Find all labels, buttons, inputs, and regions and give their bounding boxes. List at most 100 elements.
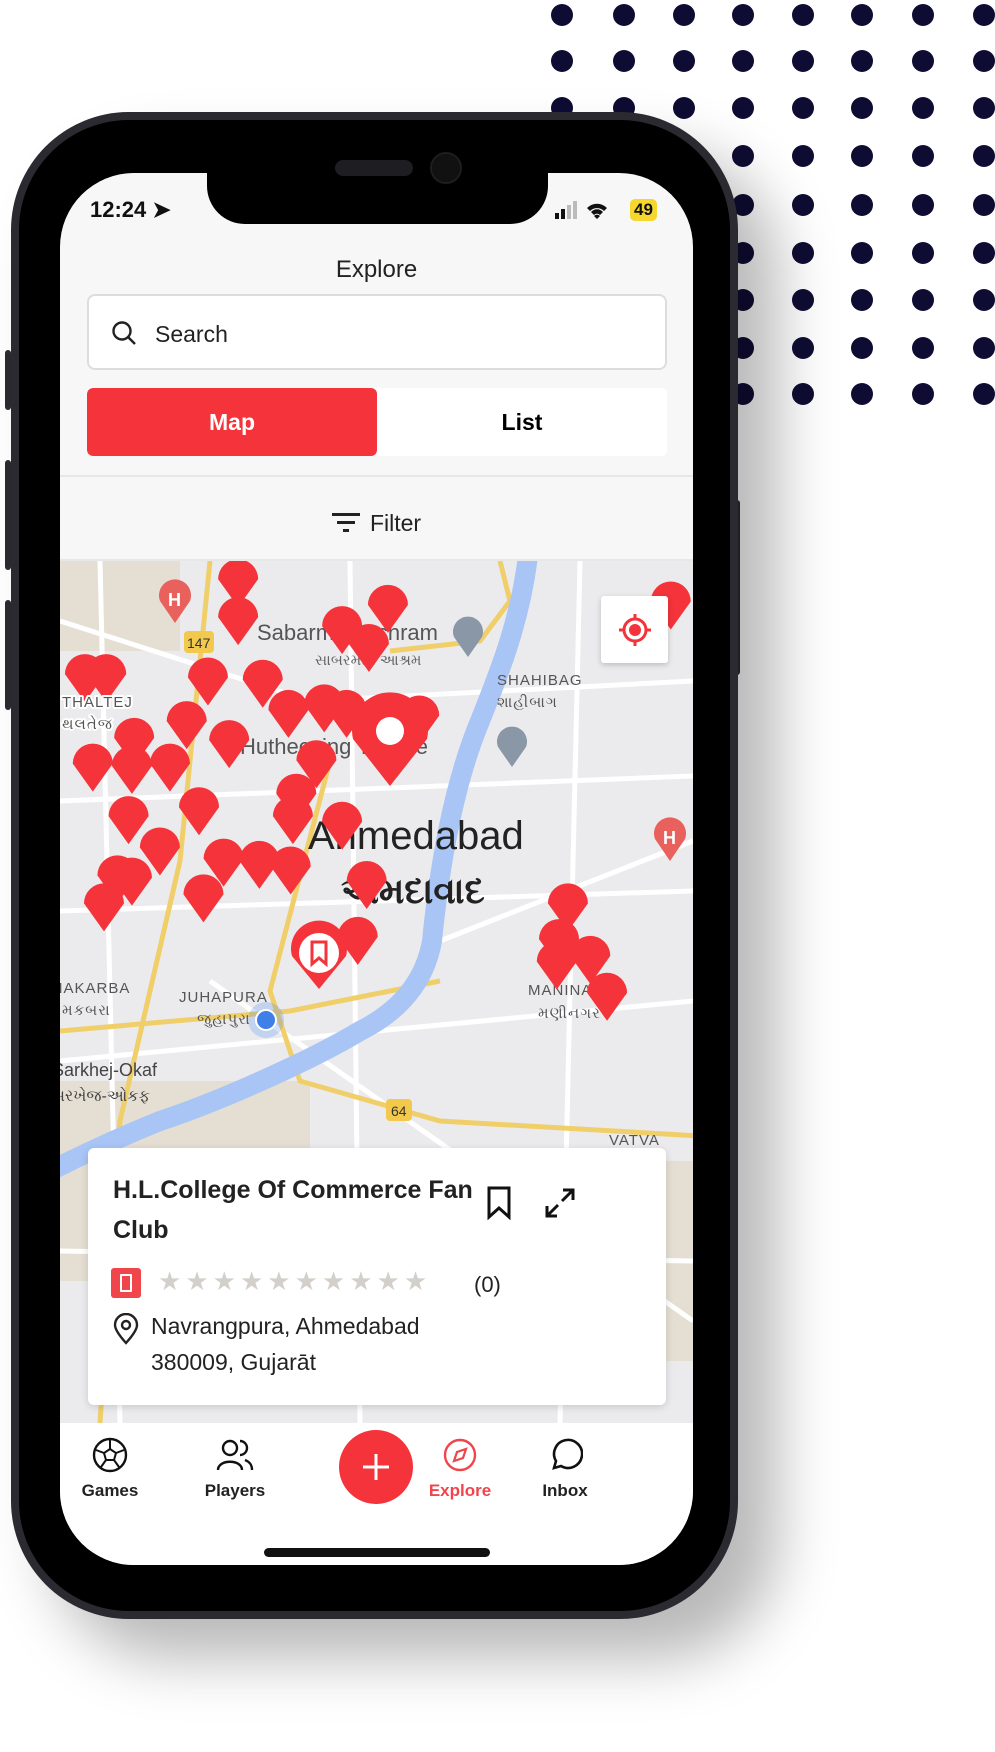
nav-games[interactable]: Games	[60, 1437, 165, 1501]
dot	[613, 50, 635, 72]
dot	[912, 242, 934, 264]
star-icon: ★	[239, 1266, 268, 1296]
venue-address: Navrangpura, Ahmedabad 380009, Gujarāt	[151, 1308, 420, 1380]
venue-pin[interactable]	[149, 743, 190, 792]
address-line-2: 380009, Gujarāt	[151, 1349, 316, 1375]
filter-button[interactable]: Filter	[60, 489, 693, 557]
dot	[851, 194, 873, 216]
dot	[792, 97, 814, 119]
dot	[851, 50, 873, 72]
nav-inbox[interactable]: Inbox	[510, 1437, 620, 1501]
battery-indicator: 49	[630, 199, 657, 221]
map-label-thaltej-gu: થલતેજ	[62, 715, 113, 733]
map-label-makarba: MAKARBA	[60, 980, 130, 997]
dot	[673, 50, 695, 72]
nav-players[interactable]: Players	[180, 1437, 290, 1501]
map-label-shahibag-gu: શાહીબાગ	[497, 694, 558, 711]
dot	[673, 97, 695, 119]
map-label-shahibag: SHAHIBAG	[497, 672, 583, 689]
location-arrow-icon: ➤	[152, 197, 171, 222]
dot	[851, 242, 873, 264]
dot	[851, 383, 873, 405]
map-label-thaltej: THALTEJ	[62, 694, 133, 711]
venue-pin[interactable]	[108, 796, 149, 845]
search-placeholder: Search	[155, 321, 228, 347]
review-count: (0)	[474, 1272, 501, 1297]
add-button[interactable]	[339, 1430, 413, 1504]
tab-map[interactable]: Map	[87, 388, 377, 456]
venue-pin[interactable]	[83, 883, 124, 932]
page-title: Explore	[335, 256, 418, 283]
users-icon	[216, 1439, 254, 1471]
cluster-pin[interactable]	[352, 692, 428, 786]
front-camera	[430, 152, 462, 184]
star-icon: ★	[212, 1266, 240, 1296]
tab-list[interactable]: List	[377, 388, 667, 456]
ashram-place-icon	[453, 616, 483, 657]
dot	[912, 4, 934, 26]
dot	[973, 145, 995, 167]
nav-label: Explore	[428, 1481, 492, 1500]
map-label-juhapura: JUHAPURA	[179, 989, 268, 1006]
dot	[973, 242, 995, 264]
road-label-147: 147	[187, 635, 211, 651]
nav-explore[interactable]: Explore	[405, 1437, 515, 1501]
map-label-sarkhej-gu: સરખેજ-ઓકફ	[60, 1086, 150, 1105]
dot	[973, 4, 995, 26]
dot	[851, 145, 873, 167]
app-screen: 12:24 ➤ 49 Explore Search Map List Filte…	[60, 173, 693, 1565]
star-icon: ★	[403, 1266, 432, 1296]
dot	[732, 50, 754, 72]
divider	[60, 475, 693, 477]
map-label-juhapura-gu: જુહાપુરા	[197, 1011, 251, 1028]
dot	[732, 4, 754, 26]
venue-card[interactable]: H.L.College Of Commerce Fan Club ★★★★★★★…	[88, 1148, 666, 1405]
star-icon: ★	[376, 1266, 404, 1296]
venue-pin[interactable]	[270, 846, 311, 895]
speaker	[335, 160, 413, 176]
star-icon: ★	[158, 1266, 186, 1296]
dot	[912, 383, 934, 405]
status-time: 12:24 ➤	[90, 197, 171, 222]
dot	[851, 4, 873, 26]
bottom-nav: Games Players Explore Inbox	[60, 1423, 693, 1565]
map-label-maninagar-gu: મણીનગર	[538, 1005, 601, 1022]
dot	[732, 145, 754, 167]
venue-pin[interactable]	[166, 701, 207, 750]
plus-icon	[363, 1454, 389, 1480]
bookmark-icon[interactable]	[486, 1186, 512, 1220]
nav-label: Players	[204, 1481, 266, 1500]
venue-pin[interactable]	[209, 720, 250, 769]
star-icon: ★	[349, 1266, 377, 1296]
dot	[551, 50, 573, 72]
dot	[851, 289, 873, 311]
venue-pin[interactable]	[111, 745, 152, 794]
selected-venue-pin[interactable]	[291, 920, 347, 989]
venue-pin[interactable]	[268, 689, 309, 738]
dot	[792, 4, 814, 26]
my-location-button[interactable]	[601, 596, 668, 663]
dot	[792, 145, 814, 167]
dot	[912, 97, 934, 119]
dot	[792, 50, 814, 72]
filter-icon	[331, 513, 360, 532]
dot	[973, 289, 995, 311]
dot	[792, 383, 814, 405]
compass-icon	[443, 1438, 477, 1472]
dot	[912, 50, 934, 72]
star-rating: ★★★★★★★★★★	[158, 1266, 431, 1297]
dot	[973, 50, 995, 72]
dot	[732, 97, 754, 119]
dot	[673, 4, 695, 26]
soccer-ball-icon	[92, 1437, 128, 1473]
venue-pin[interactable]	[183, 874, 224, 923]
view-toggle: Map List	[87, 388, 667, 456]
star-icon: ★	[321, 1266, 350, 1296]
expand-icon[interactable]	[543, 1186, 577, 1220]
star-icon: ★	[185, 1266, 213, 1296]
nav-label: Games	[81, 1481, 139, 1500]
dot	[792, 242, 814, 264]
venue-pin[interactable]	[218, 597, 259, 646]
search-input[interactable]: Search	[87, 294, 667, 370]
dot	[792, 194, 814, 216]
